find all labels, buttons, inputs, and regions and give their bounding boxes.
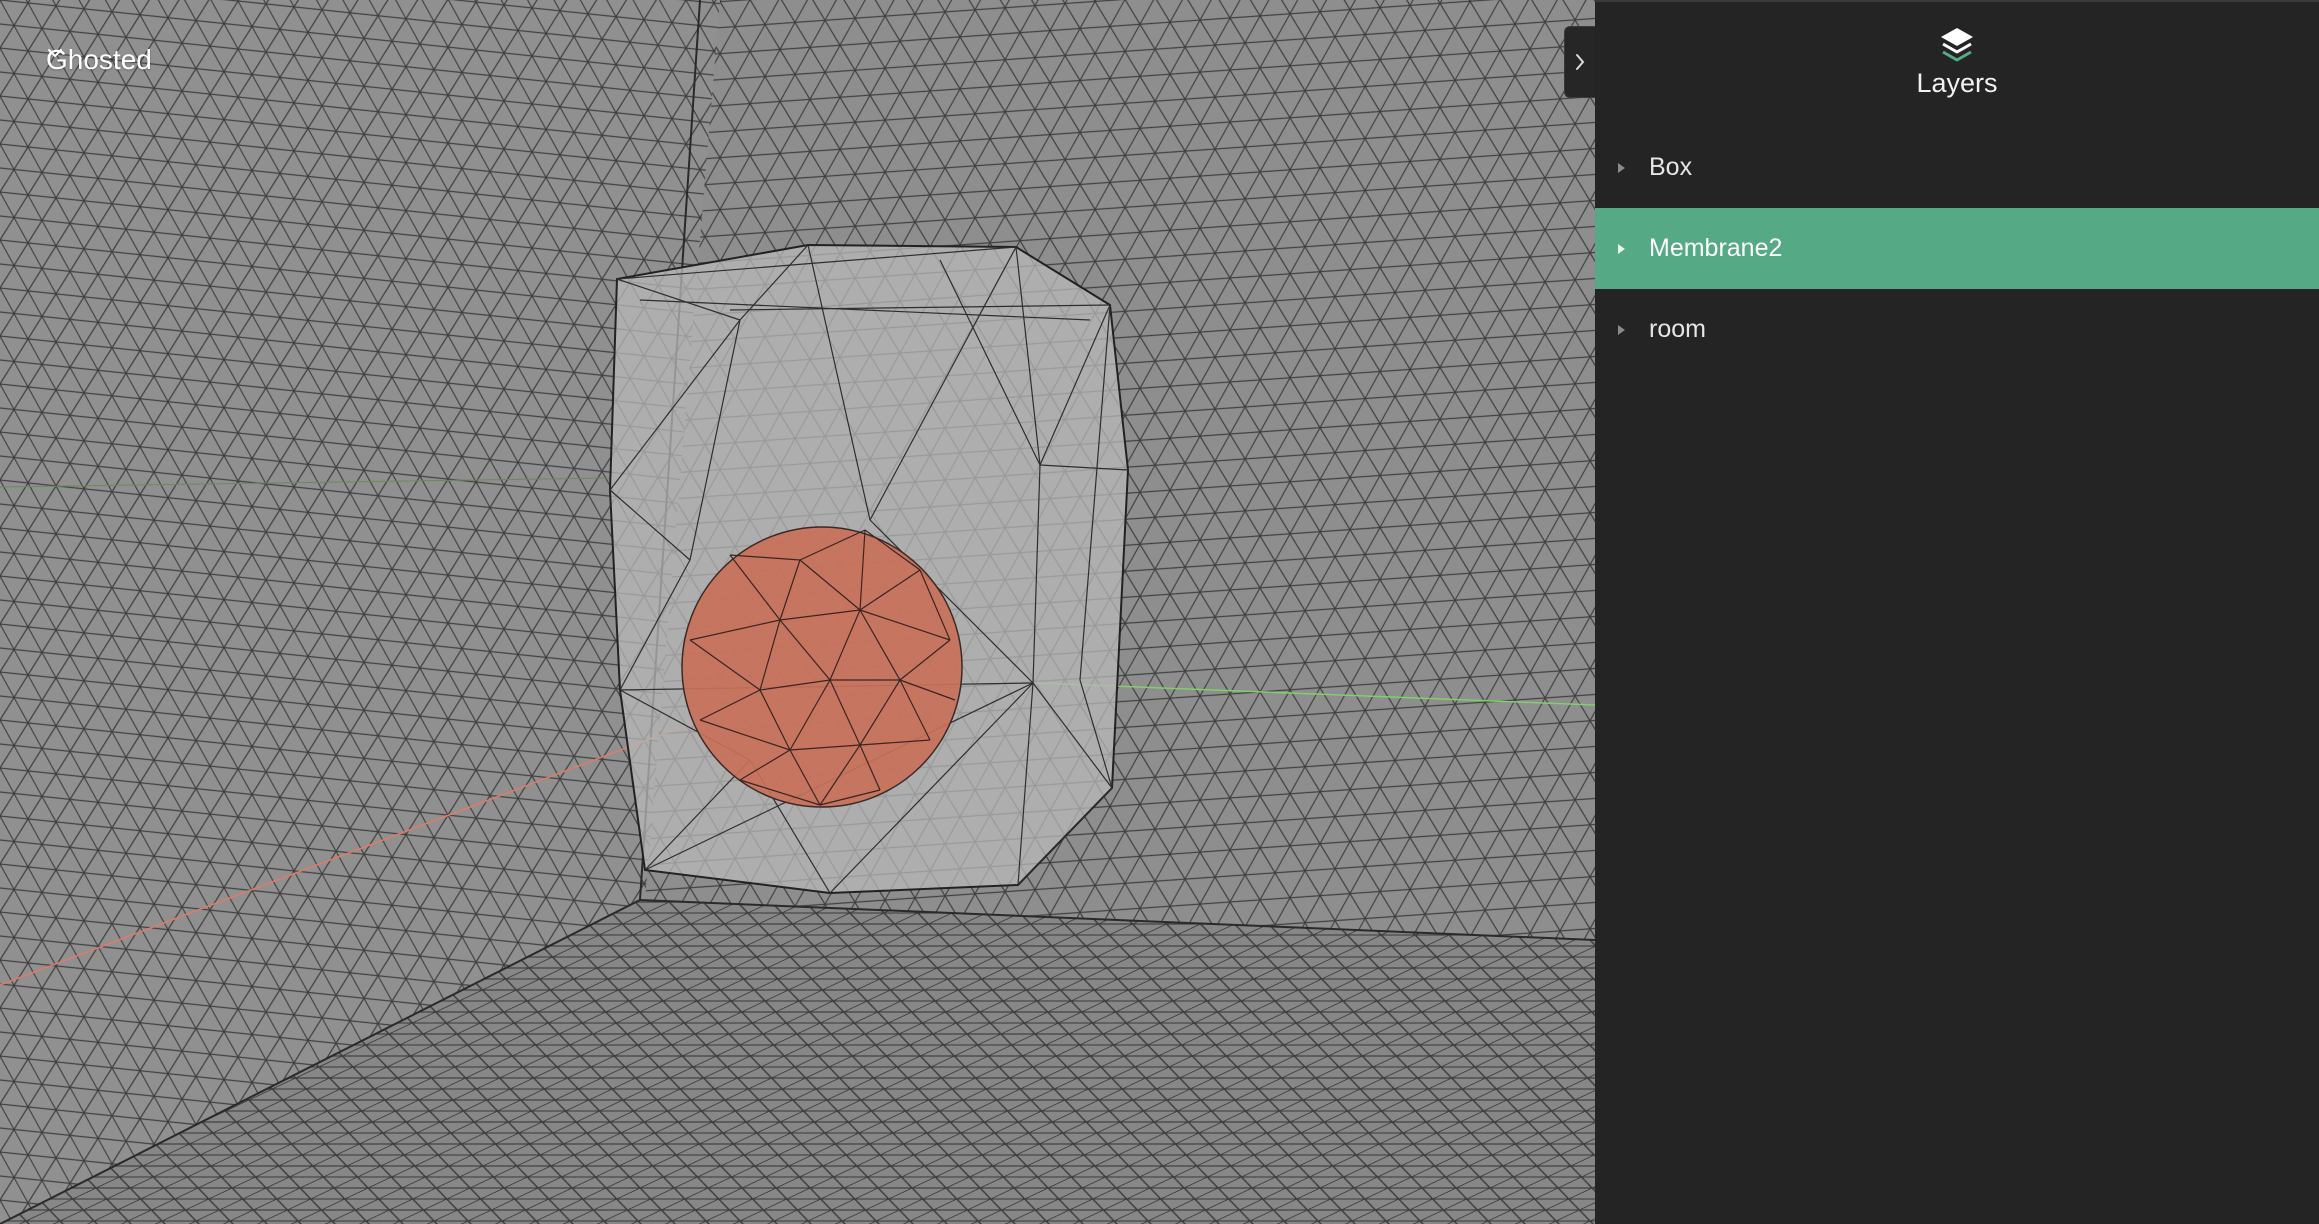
layers-panel-title: Layers	[1916, 68, 1998, 98]
membrane-sphere	[681, 526, 963, 808]
layer-item-membrane2[interactable]: Membrane2	[1595, 208, 2319, 289]
layer-item-label: room	[1649, 315, 1706, 343]
chevron-down-icon	[48, 49, 62, 58]
layer-item-label: Box	[1649, 153, 1693, 181]
panel-collapse-button[interactable]	[1564, 26, 1595, 98]
layers-icon	[1941, 28, 1973, 62]
scene-canvas[interactable]	[0, 0, 1595, 1224]
view-mode-dropdown[interactable]: Ghosted	[46, 44, 152, 76]
layer-item-label: Membrane2	[1649, 234, 1783, 262]
layers-panel-header: Layers	[1595, 2, 2319, 127]
caret-right-icon[interactable]	[1615, 324, 1627, 336]
3d-viewport[interactable]: Ghosted	[0, 0, 1595, 1224]
layers-panel: Layers Box Membrane2 room	[1595, 0, 2319, 1224]
caret-right-icon[interactable]	[1615, 243, 1627, 255]
layer-item-box[interactable]: Box	[1595, 127, 2319, 208]
caret-right-icon[interactable]	[1615, 162, 1627, 174]
layer-item-room[interactable]: room	[1595, 289, 2319, 370]
chevron-right-icon	[1576, 54, 1585, 70]
